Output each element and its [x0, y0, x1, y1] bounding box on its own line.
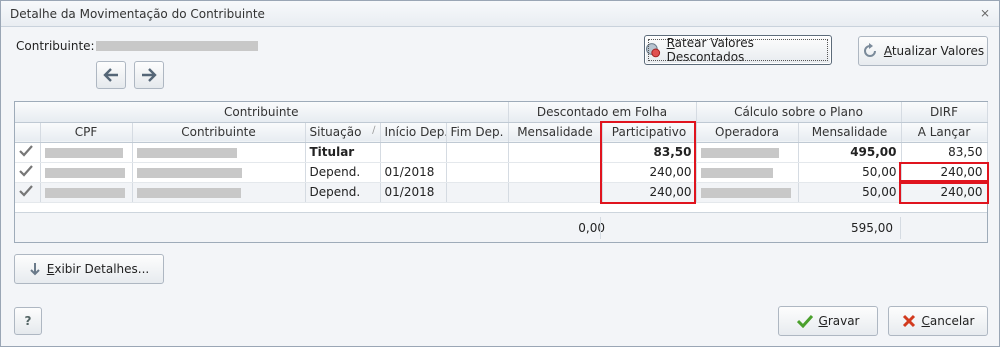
name-redacted — [136, 167, 242, 178]
cancelar-button[interactable]: Cancelar — [888, 306, 988, 336]
a-lancar-cell: 83,50 — [901, 142, 988, 163]
name-redacted — [136, 187, 241, 198]
col-header-cpf[interactable]: CPF — [40, 122, 133, 143]
totals-row: 0,00 595,00 — [15, 212, 987, 242]
help-button[interactable]: ? — [14, 307, 42, 335]
highlight-a-lancar-row2 — [899, 162, 989, 182]
gravar-mnemonic: G — [818, 314, 828, 328]
dialog-window: Detalhe da Movimentação do Contribuinte … — [0, 0, 1000, 347]
cancel-x-icon — [902, 314, 915, 328]
next-button[interactable] — [134, 61, 164, 89]
ratear-label-rest: atear Valores Descontados — [666, 36, 754, 64]
fim-cell — [446, 142, 509, 163]
table-row[interactable]: Depend. 01/2018 240,00 50,00 240,00 — [15, 182, 988, 203]
group-header-calculo: Cálculo sobre o Plano — [696, 102, 902, 123]
ratear-mnemonic: R — [666, 36, 675, 50]
operadora-redacted — [700, 187, 791, 198]
situacao-cell: Titular — [305, 142, 381, 163]
movimentacao-grid[interactable]: Contribuinte Descontado em Folha Cálculo… — [14, 101, 989, 243]
atualizar-mnemonic: A — [883, 44, 892, 58]
mensalidade-plano-cell: 50,00 — [798, 182, 902, 203]
col-header-inicio[interactable]: Início Dep. — [380, 122, 447, 143]
highlight-participativo — [600, 121, 696, 204]
checkmark-icon — [19, 164, 33, 177]
group-header-dirf: DIRF — [901, 102, 988, 123]
cpf-redacted — [44, 147, 123, 158]
exibir-detalhes-button[interactable]: Exibir Detalhes... — [14, 254, 164, 284]
atualizar-valores-button[interactable]: Atualizar Valores — [858, 36, 988, 66]
col-header-check[interactable] — [15, 122, 41, 143]
fim-cell — [446, 162, 509, 183]
close-icon[interactable]: ⨯ — [978, 6, 992, 20]
fim-cell — [446, 182, 509, 203]
situacao-cell: Depend. — [305, 162, 381, 183]
exibir-label-rest: xibir Detalhes... — [54, 262, 150, 276]
divider — [900, 217, 901, 239]
arrow-right-icon — [142, 68, 157, 82]
operadora-cell — [696, 162, 799, 183]
mensalidade-plano-cell: 495,00 — [798, 142, 902, 163]
row-check-cell[interactable] — [15, 182, 41, 203]
checkmark-icon — [19, 184, 33, 197]
cpf-redacted — [44, 187, 125, 198]
contribuinte-cell — [132, 182, 306, 203]
atualizar-label-rest: tualizar Valores — [891, 44, 985, 58]
checkmark-icon — [19, 144, 33, 157]
row-check-cell[interactable] — [15, 142, 41, 163]
table-row[interactable]: Titular 83,50 495,00 83,50 — [15, 142, 988, 163]
divider — [600, 217, 601, 239]
table-row[interactable]: Depend. 01/2018 240,00 50,00 240,00 — [15, 162, 988, 183]
sort-icon: ∕ — [372, 125, 376, 136]
col-header-mensalidade-desc[interactable]: Mensalidade — [508, 122, 603, 143]
col-header-situacao[interactable]: Situação ∕ — [305, 122, 381, 143]
gravar-label-rest: ravar — [827, 314, 860, 328]
refresh-icon — [863, 43, 876, 57]
situacao-cell: Depend. — [305, 182, 381, 203]
operadora-redacted — [700, 147, 779, 158]
operadora-redacted — [700, 167, 773, 178]
ratear-valores-button[interactable]: Ratear Valores Descontados — [644, 35, 832, 65]
group-header-contribuinte: Contribuinte — [15, 102, 509, 123]
inicio-cell: 01/2018 — [380, 162, 447, 183]
name-redacted — [136, 147, 237, 158]
previous-button[interactable] — [96, 61, 126, 89]
gravar-button[interactable]: Gravar — [778, 306, 878, 336]
arrow-down-icon — [30, 263, 40, 276]
mensalidade-desc-cell — [508, 182, 603, 203]
operadora-cell — [696, 182, 799, 203]
col-header-a-lancar[interactable]: A Lançar — [901, 122, 988, 143]
contribuinte-cell — [132, 162, 306, 183]
mensalidade-desc-cell — [508, 162, 603, 183]
group-header-descontado: Descontado em Folha — [508, 102, 697, 123]
inicio-cell — [380, 142, 447, 163]
contribuinte-label: Contribuinte: — [16, 39, 95, 53]
highlight-a-lancar-row3 — [899, 182, 989, 204]
cpf-cell — [40, 182, 133, 203]
cancelar-label-rest: ancelar — [929, 314, 975, 328]
col-header-fim[interactable]: Fim Dep. — [446, 122, 509, 143]
mensalidade-plano-cell: 50,00 — [798, 162, 902, 183]
col-header-mensalidade-plano[interactable]: Mensalidade — [798, 122, 902, 143]
total-plano-mensalidade: 595,00 — [851, 221, 893, 235]
cpf-cell — [40, 142, 133, 163]
ratear-icon — [645, 43, 661, 58]
arrow-left-icon — [103, 68, 118, 82]
mensalidade-desc-cell — [508, 142, 603, 163]
col-header-operadora[interactable]: Operadora — [696, 122, 799, 143]
cancelar-mnemonic: C — [921, 314, 930, 328]
check-green-icon — [796, 314, 813, 328]
title-bar: Detalhe da Movimentação do Contribuinte … — [1, 1, 999, 27]
contribuinte-cell — [132, 142, 306, 163]
col-header-contribuinte[interactable]: Contribuinte — [132, 122, 306, 143]
row-check-cell[interactable] — [15, 162, 41, 183]
col-header-situacao-label: Situação — [309, 125, 362, 139]
cpf-redacted — [44, 167, 125, 178]
operadora-cell — [696, 142, 799, 163]
window-title: Detalhe da Movimentação do Contribuinte — [10, 7, 265, 21]
total-desc-mensalidade: 0,00 — [578, 221, 605, 235]
contribuinte-name-redacted — [96, 41, 258, 51]
inicio-cell: 01/2018 — [380, 182, 447, 203]
cpf-cell — [40, 162, 133, 183]
